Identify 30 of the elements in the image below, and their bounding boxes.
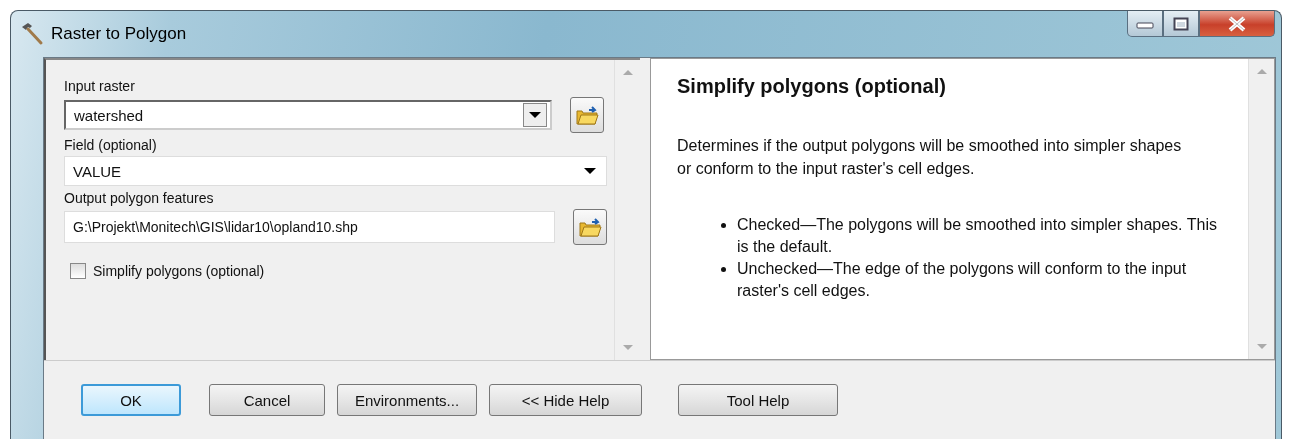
bullet-icon — [721, 223, 726, 228]
close-button[interactable] — [1199, 11, 1275, 37]
maximize-button[interactable] — [1163, 11, 1199, 37]
scrollbar[interactable] — [1248, 59, 1274, 359]
dropdown-field[interactable]: watershed — [64, 100, 552, 130]
field-label: Field (optional) — [64, 137, 158, 153]
field-label: Output polygon features — [64, 190, 215, 206]
dropdown-field[interactable]: VALUE — [64, 156, 607, 186]
maximize-icon — [1173, 16, 1189, 31]
dialog-button[interactable]: Cancel — [209, 384, 325, 416]
dialog-button[interactable]: << Hide Help — [489, 384, 642, 416]
help-bullet-text: Checked—The polygons will be smoothed into simpler shapes. This is the default. — [737, 215, 1218, 257]
input-field[interactable]: G:\Projekt\Monitech\GIS\lidar10\opland10.shp — [64, 211, 555, 243]
field-label: Input raster — [64, 78, 136, 94]
checkbox[interactable] — [70, 263, 86, 279]
close-icon — [1226, 15, 1248, 32]
minimize-button[interactable] — [1127, 11, 1163, 37]
bullet-icon — [721, 267, 726, 272]
dialog-button[interactable]: Environments... — [337, 384, 477, 416]
dialog-button[interactable]: Tool Help — [678, 384, 838, 416]
dialog-button[interactable]: OK — [81, 384, 181, 416]
browse-button[interactable] — [573, 209, 607, 245]
help-title: Simplify polygons (optional) — [677, 75, 947, 98]
help-bullet-text: Unchecked—The edge of the polygons will conform to the input raster's cell edges. — [737, 259, 1188, 301]
checkbox-label: Simplify polygons (optional) — [93, 263, 265, 279]
folder-icon — [575, 104, 599, 126]
browse-button[interactable] — [570, 97, 604, 133]
help-paragraph: Determines if the output polygons will be smoothed into simpler shapes or conform to the input raster's cell edges. — [677, 136, 1183, 179]
folder-icon — [578, 216, 602, 238]
window-title: Raster to Polygon — [51, 24, 187, 44]
